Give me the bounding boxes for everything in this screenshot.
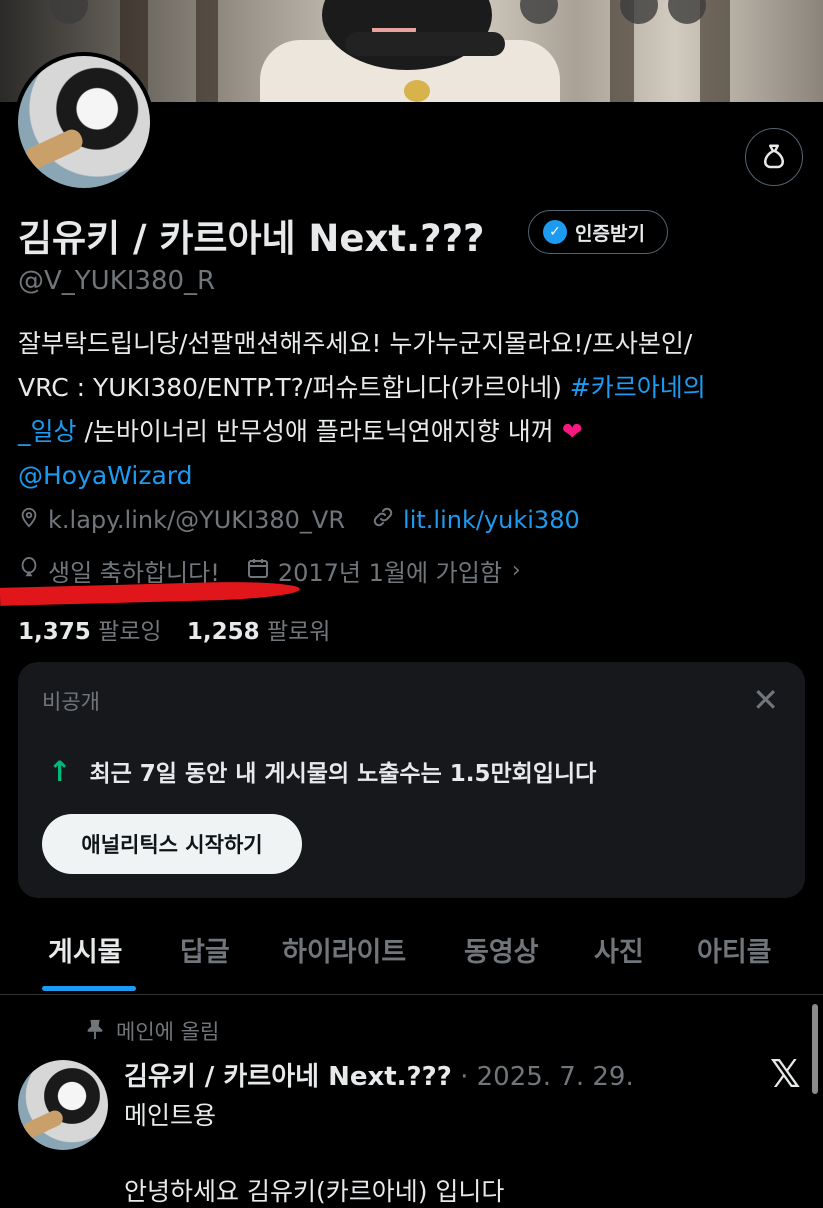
x-logo-icon: 𝕏 xyxy=(770,1052,801,1096)
back-button[interactable] xyxy=(50,0,88,24)
get-verified-button[interactable]: ✓ 인증받기 xyxy=(528,210,668,254)
heart-icon: ❤ xyxy=(561,417,583,446)
calendar-icon xyxy=(246,556,270,586)
search-button[interactable] xyxy=(520,0,558,24)
profile-meta-links: k.lapy.link/@YUKI380_VR lit.link/yuki380 xyxy=(18,505,580,535)
active-tab-indicator xyxy=(42,986,136,991)
profile-tabs: 게시물 답글 하이라이트 동영상 사진 아티클 xyxy=(0,920,823,995)
scrollbar[interactable] xyxy=(812,1004,818,1094)
bio-hashtag-link-cont[interactable]: _일상 xyxy=(18,417,77,446)
following-count: 1,375 xyxy=(18,619,91,645)
close-icon[interactable]: ✕ xyxy=(752,680,779,720)
link-icon xyxy=(371,505,395,535)
bio-line-3-text: /논바이너리 반무성애 플라토닉연애지향 내꺼 xyxy=(84,417,554,446)
joined-text: 2017년 1월에 가입함 xyxy=(277,559,502,587)
verified-badge-icon: ✓ xyxy=(543,220,567,244)
post-author[interactable]: 김유키 / 카르아네 Next.??? xyxy=(124,1062,452,1092)
profile-handle: @V_YUKI380_R xyxy=(18,266,216,296)
tab-photos[interactable]: 사진 xyxy=(594,930,644,969)
chevron-right-icon[interactable]: › xyxy=(512,558,521,583)
bio-line-1: 잘부탁드립니당/선팔맨션해주세요! 누가누군지몰라요!/프사본인/ xyxy=(18,329,693,358)
analytics-card: 비공개 ✕ ↑ 최근 7일 동안 내 게시물의 노출수는 1.5만회입니다 애널… xyxy=(18,662,805,898)
bio-line-2: VRC : YUKI380/ENTP.T?/퍼슈트합니다(카르아네) #카르아네… xyxy=(18,366,813,410)
bio-line-2-text: VRC : YUKI380/ENTP.T?/퍼슈트합니다(카르아네) xyxy=(18,373,562,402)
money-bag-button[interactable] xyxy=(745,128,803,186)
bio-mention-link[interactable]: @HoyaWizard xyxy=(18,454,813,498)
impressions-stat: ↑ 최근 7일 동안 내 게시물의 노출수는 1.5만회입니다 xyxy=(48,754,596,788)
profile-name: 김유키 / 카르아네 Next.??? xyxy=(18,217,485,260)
post-header: 김유키 / 카르아네 Next.??? · 2025. 7. 29. xyxy=(124,1062,634,1092)
follow-stats: 1,375 팔로잉 1,258 팔로워 xyxy=(18,612,330,646)
website-link[interactable]: lit.link/yuki380 xyxy=(403,506,580,534)
tab-videos[interactable]: 동영상 xyxy=(464,930,539,969)
pinned-label: 메인에 올림 xyxy=(116,1020,220,1044)
post-text-line-1: 메인트용 xyxy=(124,1101,217,1130)
tab-posts[interactable]: 게시물 xyxy=(48,930,123,969)
post-avatar[interactable] xyxy=(18,1060,108,1150)
following-link[interactable]: 1,375 팔로잉 xyxy=(18,619,162,645)
private-label: 비공개 xyxy=(42,690,100,714)
avatar[interactable] xyxy=(14,52,154,192)
followers-count: 1,258 xyxy=(186,619,260,645)
followers-label: 팔로워 xyxy=(266,619,331,645)
location-text: k.lapy.link/@YUKI380_VR xyxy=(48,506,346,534)
profile-bio: 잘부탁드립니당/선팔맨션해주세요! 누가누군지몰라요!/프사본인/ VRC : … xyxy=(18,322,813,498)
pin-icon xyxy=(86,1018,104,1045)
start-analytics-button[interactable]: 애널리틱스 시작하기 xyxy=(42,814,302,874)
money-bag-icon xyxy=(764,144,784,169)
bio-hashtag-link[interactable]: #카르아네의 xyxy=(570,373,706,402)
bio-line-3: _일상 /논바이너리 반무성애 플라토닉연애지향 내꺼 ❤ xyxy=(18,410,813,454)
arrow-up-icon: ↑ xyxy=(48,754,72,788)
post-text-line-2: 안녕하세요 김유키(카르아네) 입니다 xyxy=(124,1177,505,1206)
tab-highlights[interactable]: 하이라이트 xyxy=(282,930,406,969)
impressions-text: 최근 7일 동안 내 게시물의 노출수는 1.5만회입니다 xyxy=(89,761,597,787)
post-date[interactable]: 2025. 7. 29. xyxy=(477,1062,634,1092)
location-pin-icon xyxy=(18,506,40,534)
pinned-indicator: 메인에 올림 xyxy=(86,1016,219,1046)
get-verified-label: 인증받기 xyxy=(575,222,645,245)
balloon-icon xyxy=(18,556,40,586)
tab-articles[interactable]: 아티클 xyxy=(697,930,772,969)
tab-replies[interactable]: 답글 xyxy=(180,930,230,969)
following-label: 팔로잉 xyxy=(98,619,162,645)
followers-link[interactable]: 1,258 팔로워 xyxy=(187,619,331,645)
